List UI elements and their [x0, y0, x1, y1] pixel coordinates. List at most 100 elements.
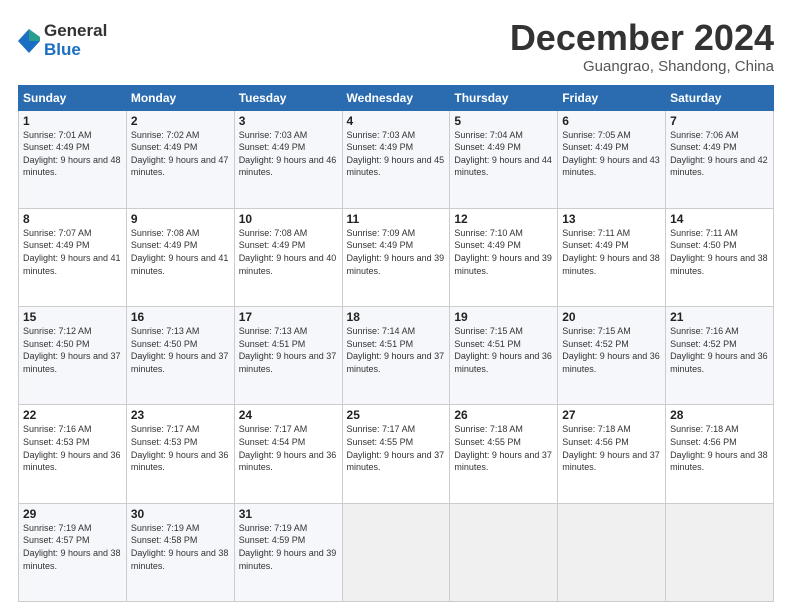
day-number: 10 — [239, 212, 338, 226]
calendar-week-row: 22 Sunrise: 7:16 AMSunset: 4:53 PMDayligh… — [19, 405, 774, 503]
calendar-header-friday: Friday — [558, 85, 666, 110]
calendar-cell: 3 Sunrise: 7:03 AMSunset: 4:49 PMDaylight… — [234, 110, 342, 208]
calendar-cell: 8Sunrise: 7:07 AMSunset: 4:49 PMDaylight… — [19, 208, 127, 306]
day-number: 7 — [670, 114, 769, 128]
day-number: 12 — [454, 212, 553, 226]
calendar-header-tuesday: Tuesday — [234, 85, 342, 110]
calendar-cell: 29 Sunrise: 7:19 AMSunset: 4:57 PMDayligh… — [19, 503, 127, 601]
calendar-cell: 26Sunrise: 7:18 AMSunset: 4:55 PMDayligh… — [450, 405, 558, 503]
logo: General Blue — [18, 22, 107, 59]
calendar-cell: 20Sunrise: 7:15 AMSunset: 4:52 PMDayligh… — [558, 307, 666, 405]
calendar-cell: 21Sunrise: 7:16 AMSunset: 4:52 PMDayligh… — [666, 307, 774, 405]
calendar-cell: 30Sunrise: 7:19 AMSunset: 4:58 PMDayligh… — [126, 503, 234, 601]
day-number: 5 — [454, 114, 553, 128]
day-info: Sunrise: 7:17 AMSunset: 4:55 PMDaylight:… — [347, 424, 445, 472]
day-info: Sunrise: 7:15 AMSunset: 4:51 PMDaylight:… — [454, 326, 552, 374]
day-info: Sunrise: 7:18 AMSunset: 4:56 PMDaylight:… — [670, 424, 768, 472]
calendar-cell: 5 Sunrise: 7:04 AMSunset: 4:49 PMDaylight… — [450, 110, 558, 208]
calendar-cell: 18Sunrise: 7:14 AMSunset: 4:51 PMDayligh… — [342, 307, 450, 405]
calendar-cell: 31 Sunrise: 7:19 AMSunset: 4:59 PMDayligh… — [234, 503, 342, 601]
title-block: December 2024 Guangrao, Shandong, China — [510, 18, 774, 75]
calendar-cell: 9Sunrise: 7:08 AMSunset: 4:49 PMDaylight… — [126, 208, 234, 306]
calendar-cell — [450, 503, 558, 601]
day-info: Sunrise: 7:02 AMSunset: 4:49 PMDaylight:… — [131, 130, 229, 178]
calendar-header-wednesday: Wednesday — [342, 85, 450, 110]
day-info: Sunrise: 7:06 AMSunset: 4:49 PMDaylight:… — [670, 130, 768, 178]
day-number: 17 — [239, 310, 338, 324]
day-info: Sunrise: 7:13 AMSunset: 4:51 PMDaylight:… — [239, 326, 337, 374]
day-info: Sunrise: 7:19 AMSunset: 4:57 PMDaylight:… — [23, 523, 121, 571]
calendar-week-row: 1 Sunrise: 7:01 AMSunset: 4:49 PMDaylight… — [19, 110, 774, 208]
day-number: 3 — [239, 114, 338, 128]
day-number: 1 — [23, 114, 122, 128]
calendar-cell: 2 Sunrise: 7:02 AMSunset: 4:49 PMDaylight… — [126, 110, 234, 208]
day-number: 19 — [454, 310, 553, 324]
day-info: Sunrise: 7:08 AMSunset: 4:49 PMDaylight:… — [239, 228, 337, 276]
day-number: 29 — [23, 507, 122, 521]
page: General Blue December 2024 Guangrao, Sha… — [0, 0, 792, 612]
calendar-header-row: SundayMondayTuesdayWednesdayThursdayFrid… — [19, 85, 774, 110]
day-info: Sunrise: 7:09 AMSunset: 4:49 PMDaylight:… — [347, 228, 445, 276]
day-info: Sunrise: 7:10 AMSunset: 4:49 PMDaylight:… — [454, 228, 552, 276]
logo-general-text: General — [44, 22, 107, 41]
day-info: Sunrise: 7:12 AMSunset: 4:50 PMDaylight:… — [23, 326, 121, 374]
day-info: Sunrise: 7:17 AMSunset: 4:54 PMDaylight:… — [239, 424, 337, 472]
day-number: 15 — [23, 310, 122, 324]
calendar-cell: 25 Sunrise: 7:17 AMSunset: 4:55 PMDayligh… — [342, 405, 450, 503]
day-info: Sunrise: 7:16 AMSunset: 4:53 PMDaylight:… — [23, 424, 121, 472]
day-number: 2 — [131, 114, 230, 128]
day-number: 23 — [131, 408, 230, 422]
day-number: 25 — [347, 408, 446, 422]
calendar-week-row: 29 Sunrise: 7:19 AMSunset: 4:57 PMDayligh… — [19, 503, 774, 601]
day-info: Sunrise: 7:19 AMSunset: 4:59 PMDaylight:… — [239, 523, 337, 571]
calendar-cell: 11 Sunrise: 7:09 AMSunset: 4:49 PMDayligh… — [342, 208, 450, 306]
day-number: 24 — [239, 408, 338, 422]
day-info: Sunrise: 7:01 AMSunset: 4:49 PMDaylight:… — [23, 130, 121, 178]
logo-blue-text: Blue — [44, 41, 107, 60]
day-number: 21 — [670, 310, 769, 324]
day-info: Sunrise: 7:13 AMSunset: 4:50 PMDaylight:… — [131, 326, 229, 374]
calendar-table: SundayMondayTuesdayWednesdayThursdayFrid… — [18, 85, 774, 602]
month-title: December 2024 — [510, 18, 774, 58]
day-number: 27 — [562, 408, 661, 422]
day-info: Sunrise: 7:03 AMSunset: 4:49 PMDaylight:… — [239, 130, 337, 178]
calendar-cell: 16Sunrise: 7:13 AMSunset: 4:50 PMDayligh… — [126, 307, 234, 405]
calendar-week-row: 15 Sunrise: 7:12 AMSunset: 4:50 PMDayligh… — [19, 307, 774, 405]
calendar-cell: 23Sunrise: 7:17 AMSunset: 4:53 PMDayligh… — [126, 405, 234, 503]
day-number: 11 — [347, 212, 446, 226]
calendar-cell: 6Sunrise: 7:05 AMSunset: 4:49 PMDaylight… — [558, 110, 666, 208]
day-number: 13 — [562, 212, 661, 226]
logo-icon — [18, 27, 40, 55]
logo-text: General Blue — [44, 22, 107, 59]
day-number: 28 — [670, 408, 769, 422]
day-info: Sunrise: 7:19 AMSunset: 4:58 PMDaylight:… — [131, 523, 229, 571]
day-info: Sunrise: 7:04 AMSunset: 4:49 PMDaylight:… — [454, 130, 552, 178]
calendar-cell: 27 Sunrise: 7:18 AMSunset: 4:56 PMDayligh… — [558, 405, 666, 503]
calendar-header-saturday: Saturday — [666, 85, 774, 110]
calendar-cell — [558, 503, 666, 601]
day-info: Sunrise: 7:11 AMSunset: 4:50 PMDaylight:… — [670, 228, 768, 276]
header: General Blue December 2024 Guangrao, Sha… — [18, 18, 774, 75]
calendar-cell — [342, 503, 450, 601]
day-info: Sunrise: 7:15 AMSunset: 4:52 PMDaylight:… — [562, 326, 660, 374]
calendar-cell: 17 Sunrise: 7:13 AMSunset: 4:51 PMDayligh… — [234, 307, 342, 405]
calendar-cell: 7 Sunrise: 7:06 AMSunset: 4:49 PMDaylight… — [666, 110, 774, 208]
day-info: Sunrise: 7:18 AMSunset: 4:56 PMDaylight:… — [562, 424, 660, 472]
day-info: Sunrise: 7:03 AMSunset: 4:49 PMDaylight:… — [347, 130, 445, 178]
calendar-cell: 10 Sunrise: 7:08 AMSunset: 4:49 PMDayligh… — [234, 208, 342, 306]
day-number: 31 — [239, 507, 338, 521]
location: Guangrao, Shandong, China — [510, 58, 774, 75]
calendar-cell: 24 Sunrise: 7:17 AMSunset: 4:54 PMDayligh… — [234, 405, 342, 503]
day-info: Sunrise: 7:08 AMSunset: 4:49 PMDaylight:… — [131, 228, 229, 276]
day-number: 22 — [23, 408, 122, 422]
calendar-header-sunday: Sunday — [19, 85, 127, 110]
calendar-cell: 13 Sunrise: 7:11 AMSunset: 4:49 PMDayligh… — [558, 208, 666, 306]
day-info: Sunrise: 7:11 AMSunset: 4:49 PMDaylight:… — [562, 228, 660, 276]
day-info: Sunrise: 7:05 AMSunset: 4:49 PMDaylight:… — [562, 130, 660, 178]
calendar-cell — [666, 503, 774, 601]
day-number: 26 — [454, 408, 553, 422]
calendar-header-thursday: Thursday — [450, 85, 558, 110]
calendar-header-monday: Monday — [126, 85, 234, 110]
day-number: 4 — [347, 114, 446, 128]
calendar-cell: 22 Sunrise: 7:16 AMSunset: 4:53 PMDayligh… — [19, 405, 127, 503]
